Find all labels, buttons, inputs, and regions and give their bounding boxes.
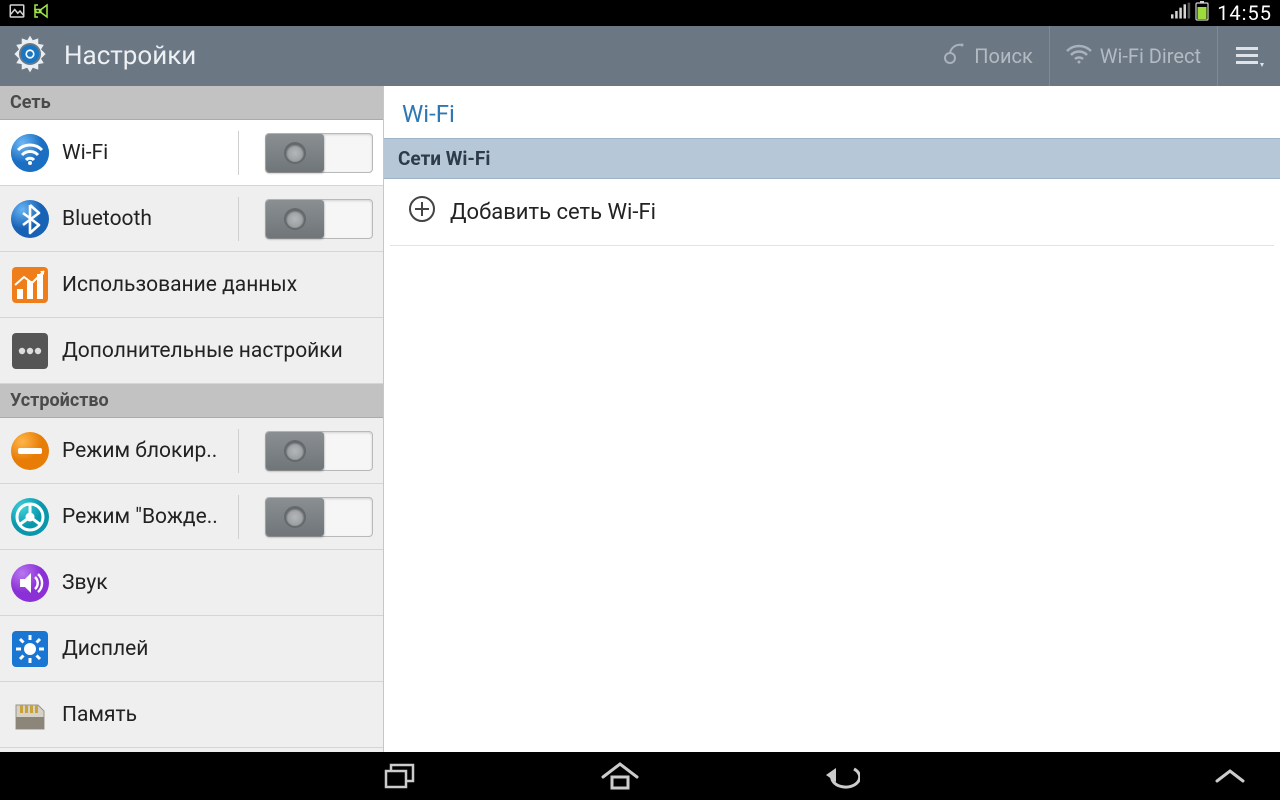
data-usage-icon bbox=[10, 265, 50, 305]
search-button[interactable]: Поиск bbox=[926, 26, 1049, 86]
blocking-toggle[interactable] bbox=[265, 431, 373, 471]
sidebar-item-wifi[interactable]: Wi-Fi bbox=[0, 120, 383, 186]
menu-icon bbox=[1234, 41, 1264, 71]
bluetooth-toggle[interactable] bbox=[265, 199, 373, 239]
search-label: Поиск bbox=[974, 44, 1033, 68]
sidebar-item-datausage[interactable]: Использование данных bbox=[0, 252, 383, 318]
wifi-toggle[interactable] bbox=[265, 133, 373, 173]
sidebar-item-driving[interactable]: Режим "Вожде.. bbox=[0, 484, 383, 550]
display-icon bbox=[10, 629, 50, 669]
sidebar-item-blocking[interactable]: Режим блокир.. bbox=[0, 418, 383, 484]
sidebar-item-label: Дополнительные настройки bbox=[62, 339, 373, 363]
sidebar-item-label: Звук bbox=[62, 571, 373, 595]
home-icon bbox=[601, 761, 639, 791]
menu-button[interactable] bbox=[1217, 26, 1270, 86]
navigation-bar bbox=[0, 752, 1280, 800]
sidebar-item-sound[interactable]: Звук bbox=[0, 550, 383, 616]
signal-icon bbox=[1171, 2, 1191, 24]
wifi-icon bbox=[10, 133, 50, 173]
sidebar-item-more[interactable]: Дополнительные настройки bbox=[0, 318, 383, 384]
sound-icon bbox=[10, 563, 50, 603]
wifi-direct-label: Wi-Fi Direct bbox=[1100, 44, 1201, 68]
driving-toggle[interactable] bbox=[265, 497, 373, 537]
more-icon bbox=[10, 331, 50, 371]
blocking-mode-icon bbox=[10, 431, 50, 471]
detail-pane: Wi-Fi Сети Wi-Fi Добавить сеть Wi-Fi bbox=[384, 86, 1280, 752]
recent-apps-icon bbox=[383, 761, 417, 791]
search-icon bbox=[942, 42, 966, 71]
picture-icon bbox=[8, 2, 26, 24]
page-title: Настройки bbox=[64, 41, 196, 71]
wifi-icon bbox=[1066, 44, 1092, 69]
sidebar-item-label: Дисплей bbox=[62, 637, 373, 661]
sidebar-item-label: Память bbox=[62, 703, 373, 727]
main-area: Сеть Wi-Fi Bluetooth Исп bbox=[0, 86, 1280, 752]
add-network-label: Добавить сеть Wi-Fi bbox=[450, 200, 656, 225]
detail-networks-header: Сети Wi-Fi bbox=[384, 138, 1280, 179]
back-button[interactable] bbox=[820, 756, 860, 796]
section-header-device: Устройство bbox=[0, 384, 383, 418]
status-clock: 14:55 bbox=[1217, 1, 1272, 25]
settings-gear-icon bbox=[8, 32, 52, 80]
sidebar-item-label: Режим блокир.. bbox=[62, 439, 232, 463]
action-bar: Настройки Поиск Wi-Fi Direct bbox=[0, 26, 1280, 86]
bluetooth-icon bbox=[10, 199, 50, 239]
recent-apps-button[interactable] bbox=[380, 756, 420, 796]
home-button[interactable] bbox=[600, 756, 640, 796]
battery-icon bbox=[1195, 1, 1209, 25]
detail-title: Wi-Fi bbox=[384, 86, 1280, 138]
settings-sidebar: Сеть Wi-Fi Bluetooth Исп bbox=[0, 86, 384, 752]
sidebar-item-label: Bluetooth bbox=[62, 207, 232, 231]
download-icon bbox=[32, 2, 50, 24]
chevron-up-icon bbox=[1213, 766, 1247, 786]
add-icon bbox=[408, 195, 436, 229]
add-network-row[interactable]: Добавить сеть Wi-Fi bbox=[390, 179, 1274, 246]
sidebar-item-storage[interactable]: Память bbox=[0, 682, 383, 748]
sidebar-item-label: Режим "Вожде.. bbox=[62, 505, 232, 529]
wifi-direct-button[interactable]: Wi-Fi Direct bbox=[1049, 26, 1217, 86]
back-icon bbox=[820, 761, 860, 791]
sidebar-item-display[interactable]: Дисплей bbox=[0, 616, 383, 682]
sidebar-item-label: Wi-Fi bbox=[62, 141, 232, 165]
status-bar: 14:55 bbox=[0, 0, 1280, 26]
expand-button[interactable] bbox=[1210, 756, 1250, 796]
driving-mode-icon bbox=[10, 497, 50, 537]
section-header-network: Сеть bbox=[0, 86, 383, 120]
storage-icon bbox=[10, 695, 50, 735]
sidebar-item-bluetooth[interactable]: Bluetooth bbox=[0, 186, 383, 252]
sidebar-item-label: Использование данных bbox=[62, 273, 373, 297]
